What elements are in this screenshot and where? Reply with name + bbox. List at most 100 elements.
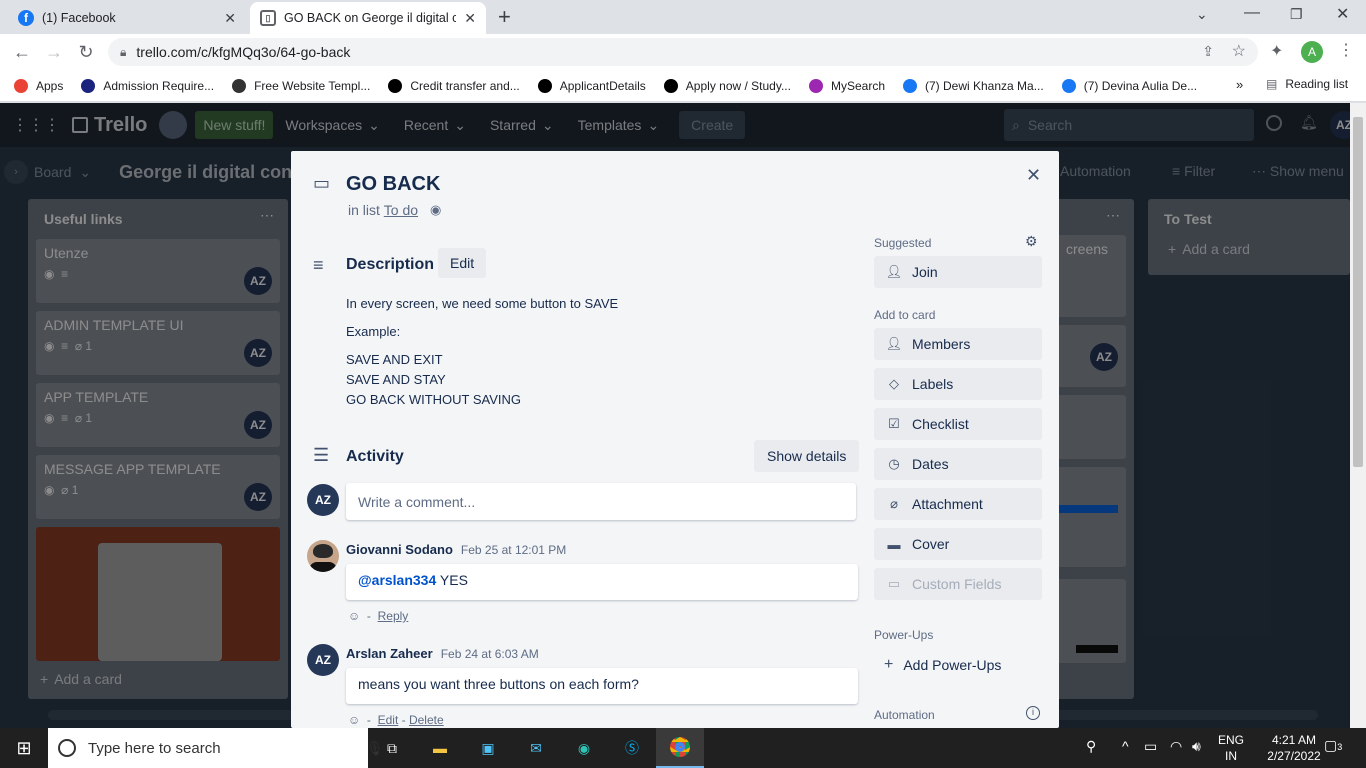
close-icon[interactable]: ✕ [1026, 165, 1041, 186]
bookmark-item[interactable]: Free Website Templ... [232, 78, 370, 93]
new-tab-icon[interactable]: + [498, 4, 511, 30]
minimize-icon[interactable]: — [1244, 4, 1260, 22]
bookmark-item[interactable]: Admission Require... [81, 78, 215, 93]
restore-icon[interactable]: ❐ [1290, 6, 1303, 23]
comment-author[interactable]: Arslan Zaheer [346, 646, 433, 661]
tab-trello[interactable]: ▯ GO BACK on George il digital cor ✕ [250, 2, 486, 34]
comment-time[interactable]: Feb 25 at 12:01 PM [461, 543, 566, 557]
bookmark-item[interactable]: ApplicantDetails [537, 78, 646, 93]
close-tab-icon[interactable]: ✕ [224, 10, 236, 27]
page-scrollbar[interactable] [1350, 103, 1366, 728]
language-indicator[interactable]: ENG IN [1218, 732, 1244, 764]
facebook-icon: f [18, 10, 34, 26]
avatar[interactable] [307, 540, 339, 572]
bookmark-label: Apps [36, 78, 64, 93]
back-icon[interactable]: ← [6, 36, 38, 68]
bookmark-item[interactable]: Apply now / Study... [663, 78, 791, 93]
edge-icon[interactable]: ◉ [560, 740, 608, 757]
dates-button[interactable]: ◷ Dates [874, 448, 1042, 480]
lock-icon: 🔒︎ [120, 44, 127, 59]
description-body[interactable]: In every screen, we need some button to … [346, 294, 618, 410]
bookmark-star-icon[interactable]: ☆ [1232, 41, 1246, 61]
bookmark-item[interactable]: Apps [14, 78, 64, 93]
notifications-icon[interactable]: ▢3 [1324, 737, 1342, 754]
forward-icon[interactable]: → [38, 36, 70, 68]
volume-icon[interactable]: 🔊︎ [1192, 738, 1201, 755]
share-icon[interactable]: ⇪ [1202, 43, 1214, 60]
menu-kebab-icon[interactable]: ⋮ [1338, 40, 1354, 60]
avatar[interactable]: AZ [307, 644, 339, 676]
delete-comment-link[interactable]: Delete [409, 713, 444, 727]
clock-icon: ◷ [888, 456, 900, 471]
mention-link[interactable]: @arslan334 [358, 572, 436, 588]
store-icon[interactable]: ▣ [464, 740, 512, 757]
gear-icon[interactable]: ⚙ [1025, 233, 1038, 250]
show-details-button[interactable]: Show details [754, 440, 860, 472]
comment-author[interactable]: Giovanni Sodano [346, 542, 453, 557]
address-bar[interactable]: 🔒︎ trello.com/c/kfgMQq3o/64-go-back ⇪ ☆ [108, 38, 1258, 66]
person-icon: 👤︎ [885, 336, 903, 351]
comment-text: means you want three buttons on each for… [358, 676, 639, 692]
bookmark-favicon-icon [1061, 78, 1076, 93]
reply-link[interactable]: Reply [378, 609, 409, 623]
tab-facebook[interactable]: f (1) Facebook ✕ [8, 2, 246, 34]
description-line: Example: [346, 324, 401, 339]
taskbar-search-input[interactable]: Type here to search 🎙︎ [48, 728, 384, 768]
url-text: trello.com/c/kfgMQq3o/64-go-back [136, 44, 351, 60]
reading-list-label: Reading list [1285, 77, 1349, 91]
file-explorer-icon[interactable]: ▬ [416, 740, 464, 756]
more-bookmarks-icon[interactable]: » [1236, 77, 1243, 92]
attachment-button[interactable]: ⌀ Attachment [874, 488, 1042, 520]
chrome-icon[interactable] [656, 728, 704, 768]
skype-icon[interactable]: Ⓢ [608, 738, 656, 758]
region-code: IN [1225, 749, 1237, 763]
windows-start-icon[interactable]: ⊞ [0, 728, 48, 768]
custom-fields-button[interactable]: ▭ Custom Fields [874, 568, 1042, 600]
bookmark-label: (7) Dewi Khanza Ma... [925, 78, 1044, 93]
reading-list-button[interactable]: ▤ Reading list [1266, 77, 1348, 91]
scrollbar-thumb[interactable] [1353, 117, 1363, 467]
bookmark-item[interactable]: Credit transfer and... [388, 78, 520, 93]
bookmark-label: Admission Require... [103, 78, 215, 93]
members-button[interactable]: 👤︎ Members [874, 328, 1042, 360]
tab-search-icon[interactable]: ⌄ [1196, 6, 1208, 23]
cover-button[interactable]: ▬ Cover [874, 528, 1042, 560]
reload-icon[interactable]: ↻ [70, 36, 102, 68]
info-icon[interactable]: i [1026, 706, 1040, 720]
bookmark-item[interactable]: (7) Devina Aulia De... [1061, 78, 1197, 93]
close-tab-icon[interactable]: ✕ [464, 10, 476, 27]
automation-heading: Automation [874, 708, 935, 722]
bookmark-item[interactable]: MySearch [808, 78, 885, 93]
chevron-up-icon[interactable]: ^ [1122, 738, 1129, 754]
card-icon: ▭ [313, 173, 331, 193]
activity-icon: ☰ [313, 445, 330, 465]
activity-heading: Activity [346, 448, 404, 465]
current-user-avatar[interactable]: AZ [307, 484, 339, 516]
mail-icon[interactable]: ✉ [512, 740, 560, 757]
wifi-icon[interactable]: ◠ [1170, 738, 1182, 755]
description-heading: Description [346, 256, 435, 273]
edit-description-button[interactable]: Edit [438, 248, 487, 278]
add-reaction-icon[interactable]: ☺ [348, 713, 360, 727]
add-reaction-icon[interactable]: ☺ [348, 609, 360, 623]
extensions-icon[interactable]: ✦ [1270, 41, 1283, 61]
network-icon[interactable]: ▭ [1144, 738, 1157, 755]
comment-input[interactable]: Write a comment... [346, 483, 856, 520]
checklist-button[interactable]: ☑ Checklist [874, 408, 1042, 440]
bookmark-label: ApplicantDetails [559, 78, 646, 93]
join-button[interactable]: 👤︎ Join [874, 256, 1042, 288]
card-title[interactable]: GO BACK [346, 173, 440, 196]
add-power-ups-button[interactable]: + Add Power-Ups [884, 656, 1001, 674]
microphone-icon[interactable]: 🎙︎ [366, 740, 384, 757]
labels-button[interactable]: ◇ Labels [874, 368, 1042, 400]
members-label: Members [912, 336, 971, 352]
edit-comment-link[interactable]: Edit [378, 713, 399, 727]
comment-time[interactable]: Feb 24 at 6:03 AM [441, 647, 539, 661]
people-icon[interactable]: ⚲ [1086, 738, 1096, 755]
clock[interactable]: 4:21 AM 2/27/2022 [1254, 732, 1334, 764]
list-link[interactable]: To do [384, 202, 418, 218]
close-window-icon[interactable]: ✕ [1336, 4, 1349, 24]
profile-avatar[interactable]: A [1301, 41, 1323, 63]
bookmark-favicon-icon [232, 78, 247, 93]
bookmark-item[interactable]: (7) Dewi Khanza Ma... [903, 78, 1044, 93]
